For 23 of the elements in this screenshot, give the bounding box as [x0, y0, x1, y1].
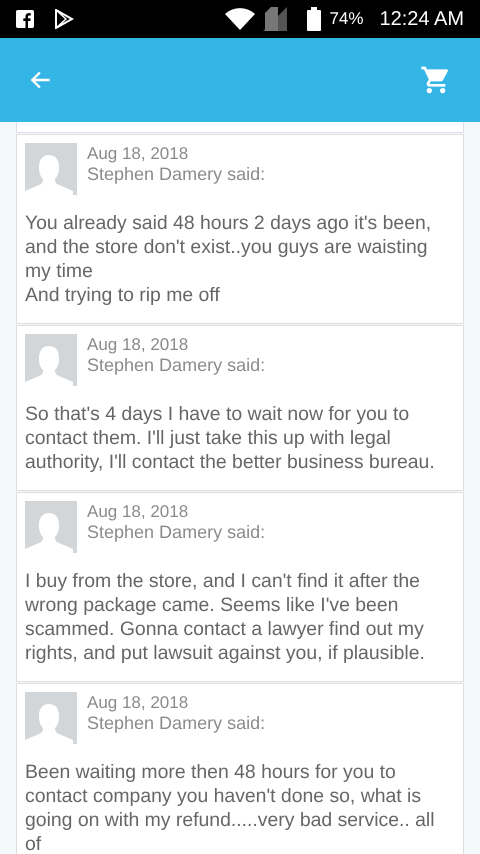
avatar-icon	[25, 143, 77, 195]
sim-card-icon	[263, 7, 288, 31]
comment-date: Aug 18, 2018	[87, 692, 190, 713]
comment-text: You already said 48 hours 2 days ago it's been, and the store don't exist..you guys are waisting my time And trying to rip me off	[25, 211, 432, 307]
comment-text: Been waiting more then 48 hours for you to contact company you haven't done so, what is going on with my refund.....very bad service.. all of	[25, 760, 436, 854]
comment-author: Stephen Damery said:	[87, 713, 266, 734]
comment-text: I buy from the store, and I can't find it after the wrong package came. Seems like I've been scammed. Gonna contact a lawyer find out my rights, and put lawsuit against you, if plausible.	[25, 569, 426, 665]
avatar-icon	[25, 501, 77, 553]
comment-date: Aug 18, 2018	[87, 334, 190, 355]
comment-date: Aug 18, 2018	[87, 501, 190, 522]
play-store-icon	[54, 9, 74, 29]
facebook-icon	[16, 10, 34, 28]
comment-text: So that's 4 days I have to wait now for you to contact them. I'll just take this up with legal authority, I'll contact the better business bureau.	[25, 402, 436, 474]
comment-author: Stephen Damery said:	[87, 355, 266, 376]
comment-author: Stephen Damery said:	[87, 164, 266, 185]
clock-time: 12:24 AM	[379, 7, 464, 32]
battery-icon	[307, 7, 322, 31]
avatar-icon	[25, 334, 77, 386]
avatar-icon	[25, 692, 77, 744]
comment-author: Stephen Damery said:	[87, 522, 266, 543]
comment-date: Aug 18, 2018	[87, 143, 190, 164]
wifi-icon	[225, 8, 256, 30]
battery-percent: 74%	[329, 8, 364, 30]
